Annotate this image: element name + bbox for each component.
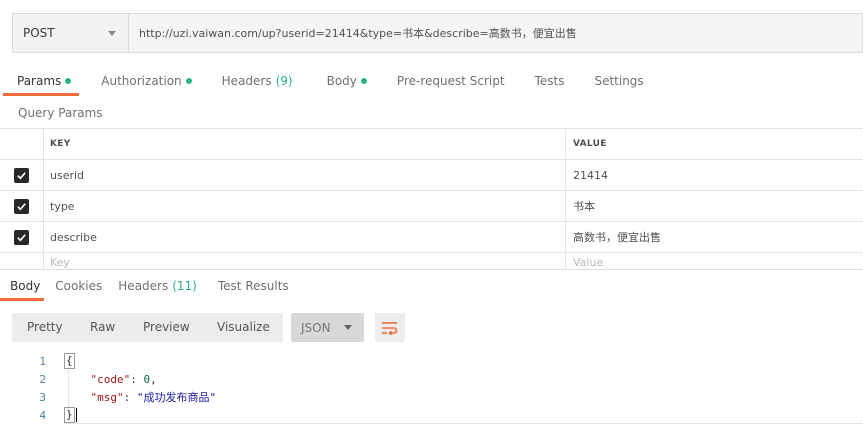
json-key: "msg" <box>90 391 124 404</box>
headers-count: (9) <box>275 74 293 88</box>
pretty-button[interactable]: Pretty <box>27 320 63 334</box>
tab-label: Body <box>326 74 357 88</box>
tab-response-headers[interactable]: Headers (11) <box>118 271 197 301</box>
table-row: userid 21414 <box>0 160 863 191</box>
open-brace: { <box>64 353 75 369</box>
checkbox-checked-icon[interactable] <box>14 167 29 183</box>
tab-label: Authorization <box>101 74 182 88</box>
tab-cookies[interactable]: Cookies <box>55 271 102 301</box>
checkbox-cell <box>0 253 44 269</box>
param-value: 21414 <box>573 168 608 182</box>
visualize-button[interactable]: Visualize <box>217 320 270 334</box>
tab-label: Pre-request Script <box>396 74 505 88</box>
tab-authorization[interactable]: Authorization <box>101 66 192 96</box>
tab-params[interactable]: Params <box>2 66 80 96</box>
checkbox-checked-icon[interactable] <box>14 198 29 214</box>
code-line: 2 "code": 0, <box>0 370 863 388</box>
query-params-table: KEY VALUE userid 21414 type 书本 describe … <box>0 128 863 269</box>
value-column-header: VALUE <box>566 129 863 159</box>
request-tabs: Params Authorization Headers (9) Body Pre… <box>0 66 863 96</box>
param-value-cell[interactable]: 21414 <box>566 160 863 190</box>
param-key-cell[interactable]: type <box>44 191 566 221</box>
code-line: 1 { <box>0 352 863 370</box>
line-number: 3 <box>39 390 46 404</box>
wrap-lines-icon <box>382 321 398 335</box>
tab-label: Headers <box>221 74 272 88</box>
new-param-row: Key Value <box>0 253 863 269</box>
format-label: JSON <box>301 320 331 335</box>
method-label: POST <box>23 26 55 40</box>
response-tabs: Body Cookies Headers (11) Test Results <box>0 271 863 301</box>
close-brace: } <box>64 407 75 423</box>
pane-divider[interactable] <box>0 269 863 270</box>
response-body-viewer[interactable]: 1 { 2 "code": 0, 3 "msg": "成功发布商品" 4 } <box>0 352 863 432</box>
url-input[interactable] <box>129 14 862 52</box>
new-key-input[interactable]: Key <box>44 253 566 269</box>
query-params-label: Query Params <box>18 106 103 120</box>
tab-label: Settings <box>594 74 644 88</box>
key-header-label: KEY <box>50 139 71 149</box>
json-key: "code" <box>90 372 131 386</box>
code-text: { <box>64 353 75 369</box>
checkbox-cell <box>0 191 44 221</box>
status-dot-icon <box>185 78 192 84</box>
tab-body[interactable]: Body <box>327 66 367 96</box>
param-value: 书本 <box>573 200 595 213</box>
param-key-cell[interactable]: userid <box>44 160 566 190</box>
tab-label: Body <box>10 279 41 293</box>
param-key: describe <box>50 230 97 244</box>
tab-settings[interactable]: Settings <box>594 66 643 96</box>
param-key-cell[interactable]: describe <box>44 222 566 252</box>
preview-button[interactable]: Preview <box>143 320 190 334</box>
chevron-down-icon <box>344 325 352 330</box>
key-column-header: KEY <box>44 129 566 159</box>
code-text: "code": 0, <box>90 372 157 386</box>
line-number: 2 <box>39 372 46 386</box>
raw-button[interactable]: Raw <box>90 320 115 334</box>
method-select[interactable]: POST <box>13 14 129 52</box>
table-header-row: KEY VALUE <box>0 129 863 160</box>
status-dot-icon <box>65 78 72 84</box>
key-placeholder: Key <box>50 256 70 269</box>
param-value-cell[interactable]: 书本 <box>566 191 863 221</box>
json-string: "成功发布商品" <box>136 391 217 404</box>
param-value-cell[interactable]: 高数书，便宜出售 <box>566 222 863 252</box>
code-line: 3 "msg": "成功发布商品" <box>0 388 863 406</box>
param-value: 高数书，便宜出售 <box>573 231 661 244</box>
param-key: type <box>50 199 75 213</box>
wrap-lines-button[interactable] <box>375 313 405 342</box>
code-text: } <box>64 407 77 423</box>
request-url-bar: POST <box>12 13 863 53</box>
param-key: userid <box>50 168 85 182</box>
new-value-input[interactable]: Value <box>566 253 863 269</box>
table-row: describe 高数书，便宜出售 <box>0 222 863 253</box>
chevron-down-icon <box>108 30 116 36</box>
headers-count: (11) <box>172 279 197 293</box>
tab-response-body[interactable]: Body <box>0 271 45 301</box>
value-placeholder: Value <box>573 256 604 269</box>
text-cursor <box>75 408 77 422</box>
line-number: 1 <box>39 354 46 368</box>
code-text: "msg": "成功发布商品" <box>90 391 217 404</box>
status-dot-icon <box>360 78 367 84</box>
tab-label: Tests <box>534 74 565 88</box>
tab-tests[interactable]: Tests <box>535 66 565 96</box>
tab-pre-request-script[interactable]: Pre-request Script <box>397 66 505 96</box>
tab-test-results[interactable]: Test Results <box>218 271 289 301</box>
tab-label: Headers <box>118 279 169 293</box>
table-row: type 书本 <box>0 191 863 222</box>
checkbox-checked-icon[interactable] <box>14 229 29 245</box>
code-line: 4 } <box>0 406 863 424</box>
checkbox-cell <box>0 160 44 190</box>
tab-label: Test Results <box>217 279 289 293</box>
tab-label: Cookies <box>55 279 103 293</box>
tab-headers[interactable]: Headers (9) <box>222 66 293 96</box>
checkbox-cell <box>0 222 44 252</box>
format-select[interactable]: JSON <box>291 313 364 342</box>
tab-label: Params <box>17 74 62 88</box>
value-header-label: VALUE <box>573 139 607 149</box>
checkbox-column-header <box>0 129 44 159</box>
view-mode-toolbar: Pretty Raw Preview Visualize <box>12 313 283 342</box>
line-number: 4 <box>39 408 46 422</box>
